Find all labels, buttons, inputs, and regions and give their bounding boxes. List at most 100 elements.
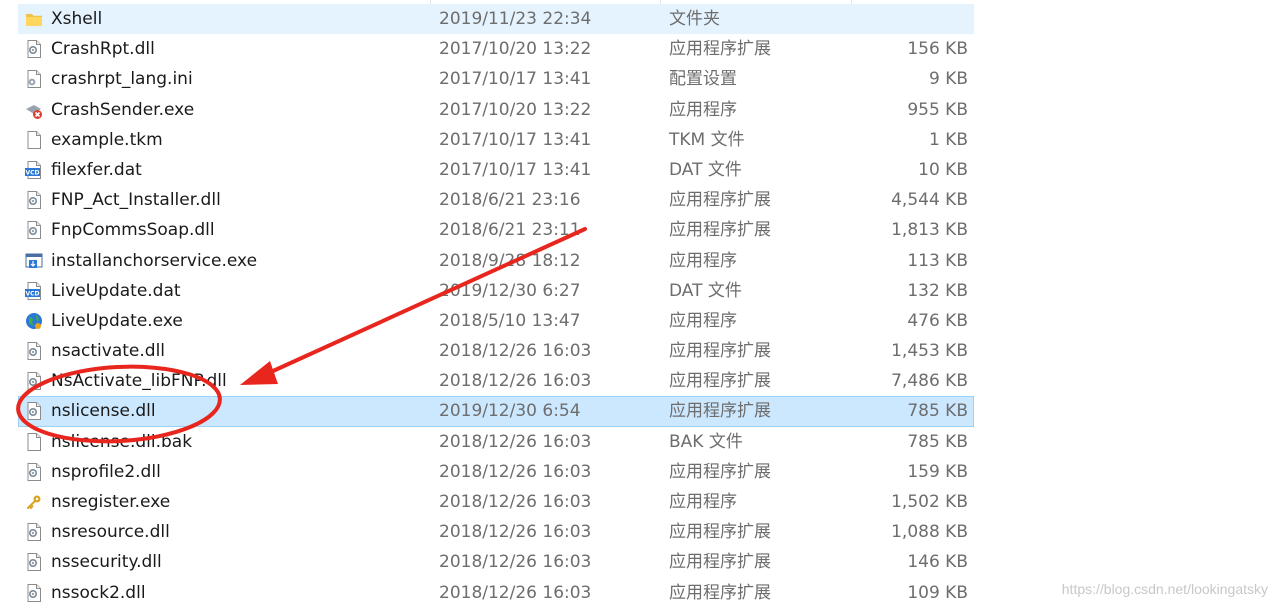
file-type: 应用程序 — [669, 250, 737, 271]
file-row[interactable]: Xshell 2019/11/23 22:34 文件夹 — [0, 4, 1280, 35]
ini-settings-icon — [24, 69, 44, 89]
file-type: 应用程序 — [669, 99, 737, 120]
file-modified-date: 2017/10/17 13:41 — [439, 129, 592, 150]
file-modified-date: 2018/6/21 23:11 — [439, 220, 581, 241]
file-list: Xshell 2019/11/23 22:34 文件夹 CrashRpt.dll 201… — [0, 4, 1280, 608]
file-type: 应用程序扩展 — [669, 39, 771, 60]
blank-file-icon — [24, 432, 44, 452]
file-row[interactable]: nsresource.dll 2018/12/26 16:03 应用程序扩展 1,08… — [0, 517, 1280, 547]
file-name: FnpCommsSoap.dll — [51, 220, 215, 241]
file-modified-date: 2017/10/20 13:22 — [439, 99, 592, 120]
file-size: 113 KB — [907, 250, 968, 271]
file-modified-date: 2019/12/30 6:27 — [439, 280, 581, 301]
file-type: TKM 文件 — [669, 129, 745, 150]
file-row[interactable]: example.tkm 2017/10/17 13:41 TKM 文件 1 KB — [0, 125, 1280, 155]
file-row[interactable]: nsregister.exe 2018/12/26 16:03 应用程序 1,502 … — [0, 487, 1280, 517]
file-size: 476 KB — [907, 310, 968, 331]
file-name: nssecurity.dll — [51, 552, 162, 573]
file-name: nsregister.exe — [51, 492, 171, 512]
file-type: 配置设置 — [669, 69, 737, 90]
file-row[interactable]: installanchorservice.exe 2018/9/28 18:12 应… — [0, 246, 1280, 276]
file-type: 应用程序扩展 — [669, 401, 771, 422]
file-row[interactable]: VCD filexfer.dat 2017/10/17 13:41 DAT 文件 10 … — [0, 155, 1280, 185]
file-type: 应用程序扩展 — [669, 341, 771, 362]
file-size: 9 KB — [928, 69, 968, 90]
file-size: 109 KB — [907, 582, 968, 603]
file-row[interactable]: CrashRpt.dll 2017/10/20 13:22 应用程序扩展 156 KB — [0, 34, 1280, 64]
file-type: 应用程序扩展 — [669, 371, 771, 392]
file-row[interactable]: VCD LiveUpdate.dat 2019/12/30 6:27 DAT 文件 13… — [0, 276, 1280, 306]
file-type: DAT 文件 — [669, 280, 742, 301]
dll-file-icon — [24, 462, 44, 482]
file-type: 应用程序扩展 — [669, 461, 771, 482]
file-modified-date: 2017/10/20 13:22 — [439, 39, 592, 60]
file-type: DAT 文件 — [669, 159, 742, 180]
file-modified-date: 2018/12/26 16:03 — [439, 522, 592, 543]
file-size: 1,453 KB — [891, 341, 968, 362]
globe-exe-icon — [24, 311, 44, 331]
file-row[interactable]: CrashSender.exe 2017/10/20 13:22 应用程序 955 K… — [0, 95, 1280, 125]
file-name: crashrpt_lang.ini — [51, 69, 193, 90]
blank-file-icon — [24, 130, 44, 150]
file-name: LiveUpdate.dat — [51, 280, 181, 301]
folder-icon — [24, 9, 44, 29]
dll-file-icon — [24, 583, 44, 603]
crash-sender-exe-icon — [24, 100, 44, 120]
file-size: 955 KB — [907, 99, 968, 120]
dll-file-icon — [24, 401, 44, 421]
file-type: 应用程序扩展 — [669, 220, 771, 241]
dll-file-icon — [24, 190, 44, 210]
dll-file-icon — [24, 522, 44, 542]
file-size: 156 KB — [907, 39, 968, 60]
file-name: CrashRpt.dll — [51, 39, 155, 60]
file-modified-date: 2017/10/17 13:41 — [439, 69, 592, 90]
file-row[interactable]: crashrpt_lang.ini 2017/10/17 13:41 配置设置 9 K… — [0, 64, 1280, 94]
vcd-file-icon: VCD — [24, 281, 44, 301]
file-size: 1,502 KB — [891, 492, 968, 512]
file-row[interactable]: nsprofile2.dll 2018/12/26 16:03 应用程序扩展 159 … — [0, 457, 1280, 487]
file-modified-date: 2018/12/26 16:03 — [439, 552, 592, 573]
file-name: CrashSender.exe — [51, 99, 195, 120]
file-row[interactable]: nslicense.dll.bak 2018/12/26 16:03 BAK 文件 7… — [0, 427, 1280, 457]
file-modified-date: 2018/6/21 23:16 — [439, 190, 581, 211]
dll-file-icon — [24, 341, 44, 361]
file-modified-date: 2018/12/26 16:03 — [439, 371, 592, 392]
file-modified-date: 2018/12/26 16:03 — [439, 461, 592, 482]
file-modified-date: 2018/12/26 16:03 — [439, 341, 592, 362]
file-row[interactable]: LiveUpdate.exe 2018/5/10 13:47 应用程序 476 KB — [0, 306, 1280, 336]
file-modified-date: 2018/9/28 18:12 — [439, 250, 581, 271]
file-modified-date: 2019/11/23 22:34 — [439, 9, 592, 29]
file-type: 应用程序扩展 — [669, 190, 771, 211]
dll-file-icon — [24, 552, 44, 572]
file-name: installanchorservice.exe — [51, 250, 258, 271]
file-name: Xshell — [51, 9, 103, 29]
file-size: 1,088 KB — [891, 522, 968, 543]
file-size: 4,544 KB — [891, 190, 968, 211]
file-size: 785 KB — [907, 431, 968, 452]
file-name: nsprofile2.dll — [51, 461, 161, 482]
watermark: https://blog.csdn.net/lookingatsky — [1061, 581, 1268, 597]
file-type: 应用程序 — [669, 310, 737, 331]
file-row[interactable]: nslicense.dll 2019/12/30 6:54 应用程序扩展 785 KB — [0, 396, 1280, 427]
file-row[interactable]: FnpCommsSoap.dll 2018/6/21 23:11 应用程序扩展 1,8… — [0, 215, 1280, 245]
file-modified-date: 2018/12/26 16:03 — [439, 492, 592, 512]
file-size: 1 KB — [928, 129, 968, 150]
file-name: NsActivate_libFNP.dll — [51, 371, 227, 392]
file-type: 文件夹 — [669, 9, 720, 29]
file-modified-date: 2018/12/26 16:03 — [439, 431, 592, 452]
file-type: 应用程序 — [669, 492, 737, 512]
file-size: 10 KB — [918, 159, 968, 180]
file-name: nslicense.dll — [51, 401, 156, 422]
file-row[interactable]: nssecurity.dll 2018/12/26 16:03 应用程序扩展 146 … — [0, 547, 1280, 577]
file-name: FNP_Act_Installer.dll — [51, 190, 221, 211]
key-exe-icon — [24, 492, 44, 512]
file-name: nssock2.dll — [51, 582, 146, 603]
file-row[interactable]: nsactivate.dll 2018/12/26 16:03 应用程序扩展 1,45… — [0, 336, 1280, 366]
file-row[interactable]: FNP_Act_Installer.dll 2018/6/21 23:16 应用程序… — [0, 185, 1280, 215]
file-size: 146 KB — [907, 552, 968, 573]
file-modified-date: 2018/5/10 13:47 — [439, 310, 581, 331]
file-name: nsresource.dll — [51, 522, 170, 543]
file-type: 应用程序扩展 — [669, 552, 771, 573]
file-name: nslicense.dll.bak — [51, 431, 193, 452]
file-row[interactable]: NsActivate_libFNP.dll 2018/12/26 16:03 应用程… — [0, 366, 1280, 396]
